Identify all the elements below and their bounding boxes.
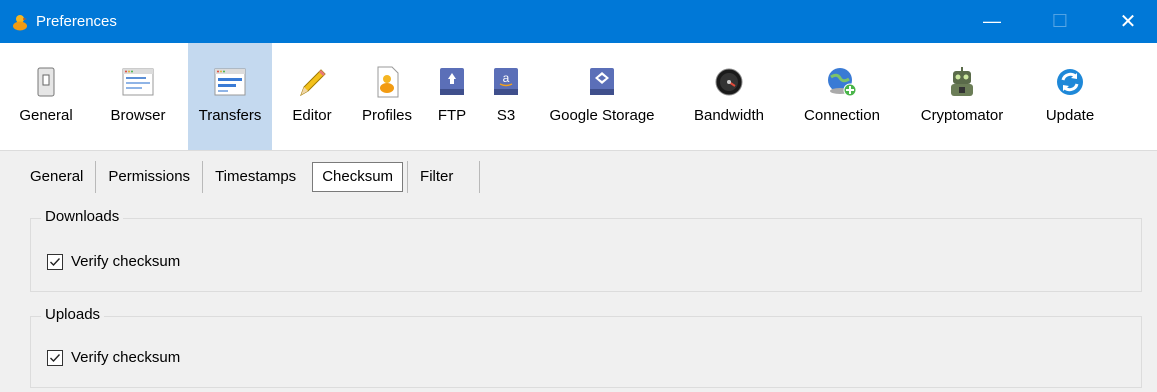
toolbar-item-editor[interactable]: Editor bbox=[284, 43, 340, 150]
title-bar: Preferences — ☐ ✕ bbox=[0, 0, 1157, 43]
tab-filter[interactable]: Filter bbox=[407, 161, 481, 193]
toolbar-label: Connection bbox=[804, 107, 880, 124]
preferences-toolbar: General Browser Transfers Editor Profile… bbox=[0, 43, 1157, 151]
toolbar-item-transfers[interactable]: Transfers bbox=[188, 43, 272, 150]
toolbar-label: Google Storage bbox=[549, 107, 655, 124]
s3-drive-icon: a bbox=[494, 68, 518, 95]
tab-checksum[interactable]: Checksum bbox=[312, 162, 404, 192]
downloads-verify-label: Verify checksum bbox=[71, 253, 181, 270]
refresh-icon bbox=[1057, 69, 1083, 95]
toolbar-item-s3[interactable]: a S3 bbox=[486, 43, 526, 150]
switch-icon bbox=[37, 67, 55, 97]
duck-app-icon bbox=[13, 14, 27, 30]
toolbar-item-google-storage[interactable]: Google Storage bbox=[538, 43, 666, 150]
toolbar-label: Profiles bbox=[361, 107, 413, 124]
duck-document-icon bbox=[377, 66, 399, 98]
toolbar-item-profiles[interactable]: Profiles bbox=[354, 43, 420, 150]
google-storage-icon bbox=[590, 68, 614, 95]
tab-general[interactable]: General bbox=[18, 161, 97, 193]
checksum-panel: General Permissions Timestamps Checksum … bbox=[0, 151, 1157, 392]
checkmark-icon bbox=[50, 353, 61, 362]
uploads-verify-label: Verify checksum bbox=[71, 349, 181, 366]
downloads-verify-checkbox[interactable] bbox=[47, 253, 63, 270]
toolbar-label: Transfers bbox=[198, 107, 262, 124]
toolbar-item-cryptomator[interactable]: Cryptomator bbox=[906, 43, 1018, 150]
maximize-button[interactable]: ☐ bbox=[1037, 0, 1083, 43]
checkmark-icon bbox=[50, 257, 61, 266]
ftp-drive-icon bbox=[440, 68, 464, 95]
transfers-window-icon bbox=[214, 68, 246, 96]
minimize-button[interactable]: — bbox=[969, 0, 1015, 43]
robot-icon bbox=[951, 67, 973, 96]
downloads-verify-checksum[interactable]: Verify checksum bbox=[47, 253, 180, 270]
browser-window-icon bbox=[122, 68, 154, 96]
globe-plus-icon bbox=[828, 68, 857, 97]
toolbar-item-connection[interactable]: Connection bbox=[790, 43, 894, 150]
window-title: Preferences bbox=[36, 13, 117, 30]
svg-text:a: a bbox=[503, 71, 510, 85]
tab-timestamps[interactable]: Timestamps bbox=[203, 161, 308, 193]
toolbar-label: General bbox=[19, 107, 73, 124]
uploads-group: Uploads Verify checksum bbox=[30, 306, 1142, 388]
toolbar-label: FTP bbox=[437, 107, 467, 124]
toolbar-label: Editor bbox=[292, 107, 332, 124]
toolbar-label: Bandwidth bbox=[693, 107, 765, 124]
pencil-icon bbox=[300, 69, 326, 97]
downloads-title: Downloads bbox=[41, 208, 124, 225]
downloads-group: Downloads Verify checksum bbox=[30, 208, 1142, 292]
toolbar-label: Update bbox=[1045, 107, 1095, 124]
toolbar-item-general[interactable]: General bbox=[8, 43, 84, 150]
toolbar-label: Cryptomator bbox=[920, 107, 1004, 124]
uploads-verify-checksum[interactable]: Verify checksum bbox=[47, 349, 180, 366]
toolbar-item-ftp[interactable]: FTP bbox=[432, 43, 472, 150]
speedometer-icon bbox=[715, 68, 743, 96]
uploads-title: Uploads bbox=[41, 306, 105, 323]
tab-permissions[interactable]: Permissions bbox=[96, 161, 204, 193]
close-button[interactable]: ✕ bbox=[1105, 0, 1151, 43]
toolbar-item-update[interactable]: Update bbox=[1030, 43, 1110, 150]
toolbar-label: S3 bbox=[496, 107, 516, 124]
uploads-verify-checkbox[interactable] bbox=[47, 349, 63, 366]
transfers-tabs: General Permissions Timestamps Checksum … bbox=[18, 161, 481, 193]
toolbar-item-browser[interactable]: Browser bbox=[98, 43, 178, 150]
toolbar-label: Browser bbox=[110, 107, 166, 124]
toolbar-item-bandwidth[interactable]: Bandwidth bbox=[682, 43, 776, 150]
